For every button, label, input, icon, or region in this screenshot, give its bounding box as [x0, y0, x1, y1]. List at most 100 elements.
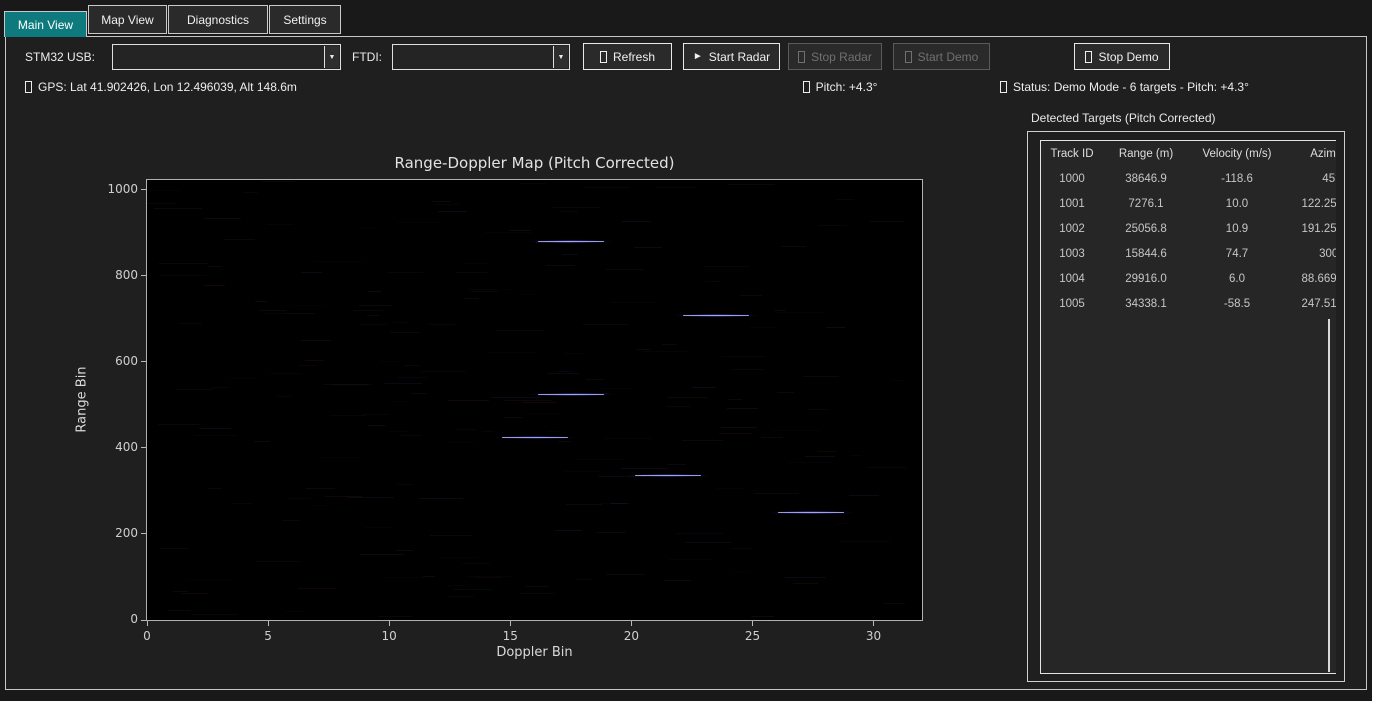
- x-tick-mark: [147, 621, 148, 626]
- x-tick-label: 20: [611, 629, 651, 643]
- column-header: Range (m): [1103, 141, 1189, 167]
- table-scrollbar[interactable]: [1328, 319, 1330, 672]
- x-tick-label: 15: [490, 629, 530, 643]
- table-row[interactable]: 100429916.06.088.669983°: [1041, 267, 1336, 292]
- table-cell: 1005: [1041, 292, 1103, 317]
- y-tick-mark: [141, 189, 146, 190]
- table-row[interactable]: 100038646.9-118.645°: [1041, 167, 1336, 192]
- y-tick-label: 800: [96, 268, 138, 282]
- table-cell: 45°: [1285, 167, 1336, 192]
- radar-streak: [661, 313, 771, 318]
- start-radar-button-label: Start Radar: [709, 50, 770, 64]
- table-cell: 1002: [1041, 217, 1103, 242]
- table-cell: 29916.0: [1103, 267, 1189, 292]
- missing-glyph-icon: [600, 51, 607, 63]
- y-tick-mark: [141, 620, 146, 621]
- table-header-row: Track IDRange (m)Velocity (m/s)Azimuth: [1041, 141, 1336, 167]
- table-cell: 88.669983°: [1285, 267, 1336, 292]
- table-cell: 247.51049°: [1285, 292, 1336, 317]
- table-cell: -58.5: [1189, 292, 1285, 317]
- table-cell: 191.25527°: [1285, 217, 1336, 242]
- table-cell: 7276.1: [1103, 192, 1189, 217]
- x-tick-mark: [510, 621, 511, 626]
- table-cell: 34338.1: [1103, 292, 1189, 317]
- y-tick-label: 200: [96, 526, 138, 540]
- radar-streak: [516, 392, 626, 397]
- y-tick-mark: [141, 447, 146, 448]
- tab-diagnostics[interactable]: Diagnostics: [168, 5, 268, 34]
- tab-settings[interactable]: Settings: [269, 5, 341, 34]
- x-axis-label: Doppler Bin: [147, 645, 922, 660]
- refresh-button-label: Refresh: [613, 50, 655, 64]
- table-cell: 1004: [1041, 267, 1103, 292]
- gps-status: GPS: Lat 41.902426, Lon 12.496039, Alt 1…: [25, 80, 297, 94]
- table-cell: 300°: [1285, 242, 1336, 267]
- table-cell: 6.0: [1189, 267, 1285, 292]
- table-cell: 38646.9: [1103, 167, 1189, 192]
- column-header: Velocity (m/s): [1189, 141, 1285, 167]
- start-radar-button[interactable]: ► Start Radar: [683, 43, 780, 70]
- table-cell: 25056.8: [1103, 217, 1189, 242]
- missing-glyph-icon: [25, 81, 32, 93]
- table-row[interactable]: 100225056.810.9191.25527°: [1041, 217, 1336, 242]
- radar-streak: [613, 473, 723, 478]
- stop-radar-button-label: Stop Radar: [811, 50, 872, 64]
- y-tick-mark: [141, 361, 146, 362]
- stop-demo-button[interactable]: Stop Demo: [1074, 43, 1170, 70]
- y-tick-label: 600: [96, 354, 138, 368]
- screen: Main View Map View Diagnostics Settings …: [0, 0, 1380, 716]
- stop-demo-button-label: Stop Demo: [1098, 50, 1158, 64]
- x-tick-mark: [631, 621, 632, 626]
- status-message: Status: Demo Mode - 6 targets - Pitch: +…: [1000, 80, 1249, 94]
- x-tick-label: 30: [854, 629, 894, 643]
- ftdi-port-combobox[interactable]: ▼: [392, 44, 570, 70]
- y-tick-label: 1000: [96, 182, 138, 196]
- refresh-button[interactable]: Refresh: [583, 43, 672, 70]
- tab-map-view[interactable]: Map View: [88, 5, 167, 34]
- chart-title: Range-Doppler Map (Pitch Corrected): [147, 154, 922, 172]
- x-tick-label: 0: [127, 629, 167, 643]
- x-tick-mark: [268, 621, 269, 626]
- column-header: Azimuth: [1285, 141, 1336, 167]
- y-axis-label: Range Bin: [75, 300, 90, 500]
- table-cell: 122.25106°: [1285, 192, 1336, 217]
- table-cell: 10.9: [1189, 217, 1285, 242]
- tab-main-view[interactable]: Main View: [4, 11, 87, 37]
- y-tick-mark: [141, 275, 146, 276]
- radar-streak: [516, 239, 626, 244]
- targets-group-title: Detected Targets (Pitch Corrected): [1031, 111, 1216, 125]
- ftdi-label: FTDI:: [352, 50, 382, 64]
- missing-glyph-icon: [1085, 51, 1092, 63]
- table-row[interactable]: 100534338.1-58.5247.51049°: [1041, 292, 1336, 317]
- missing-glyph-icon: [1000, 81, 1007, 93]
- start-demo-button[interactable]: Start Demo: [893, 43, 990, 70]
- missing-glyph-icon: [803, 81, 810, 93]
- x-tick-mark: [389, 621, 390, 626]
- chevron-down-icon[interactable]: ▼: [553, 46, 568, 68]
- x-tick-mark: [752, 621, 753, 626]
- start-demo-button-label: Start Demo: [918, 50, 979, 64]
- stop-radar-button[interactable]: Stop Radar: [788, 43, 882, 70]
- table-cell: 10.0: [1189, 192, 1285, 217]
- missing-glyph-icon: [905, 51, 912, 63]
- y-tick-label: 400: [96, 440, 138, 454]
- table-cell: 74.7: [1189, 242, 1285, 267]
- stm32-usb-label: STM32 USB:: [25, 50, 95, 64]
- table-cell: 15844.6: [1103, 242, 1189, 267]
- play-triangle-icon: ►: [693, 52, 703, 62]
- column-header: Track ID: [1041, 141, 1103, 167]
- targets-table: Track IDRange (m)Velocity (m/s)Azimuth10…: [1040, 140, 1336, 674]
- chevron-down-icon[interactable]: ▼: [324, 46, 339, 68]
- heatmap-plot-area: [146, 179, 923, 621]
- pitch-indicator: Pitch: +4.3°: [780, 80, 900, 94]
- missing-glyph-icon: [798, 51, 805, 63]
- radar-streak: [480, 435, 590, 440]
- y-tick-mark: [141, 533, 146, 534]
- table-row[interactable]: 100315844.674.7300°: [1041, 242, 1336, 267]
- app-window: Main View Map View Diagnostics Settings …: [0, 0, 1372, 701]
- table-cell: -118.6: [1189, 167, 1285, 192]
- table-row[interactable]: 10017276.110.0122.25106°: [1041, 192, 1336, 217]
- stm32-port-combobox[interactable]: ▼: [112, 44, 341, 70]
- x-tick-mark: [873, 621, 874, 626]
- radar-streak: [756, 510, 866, 515]
